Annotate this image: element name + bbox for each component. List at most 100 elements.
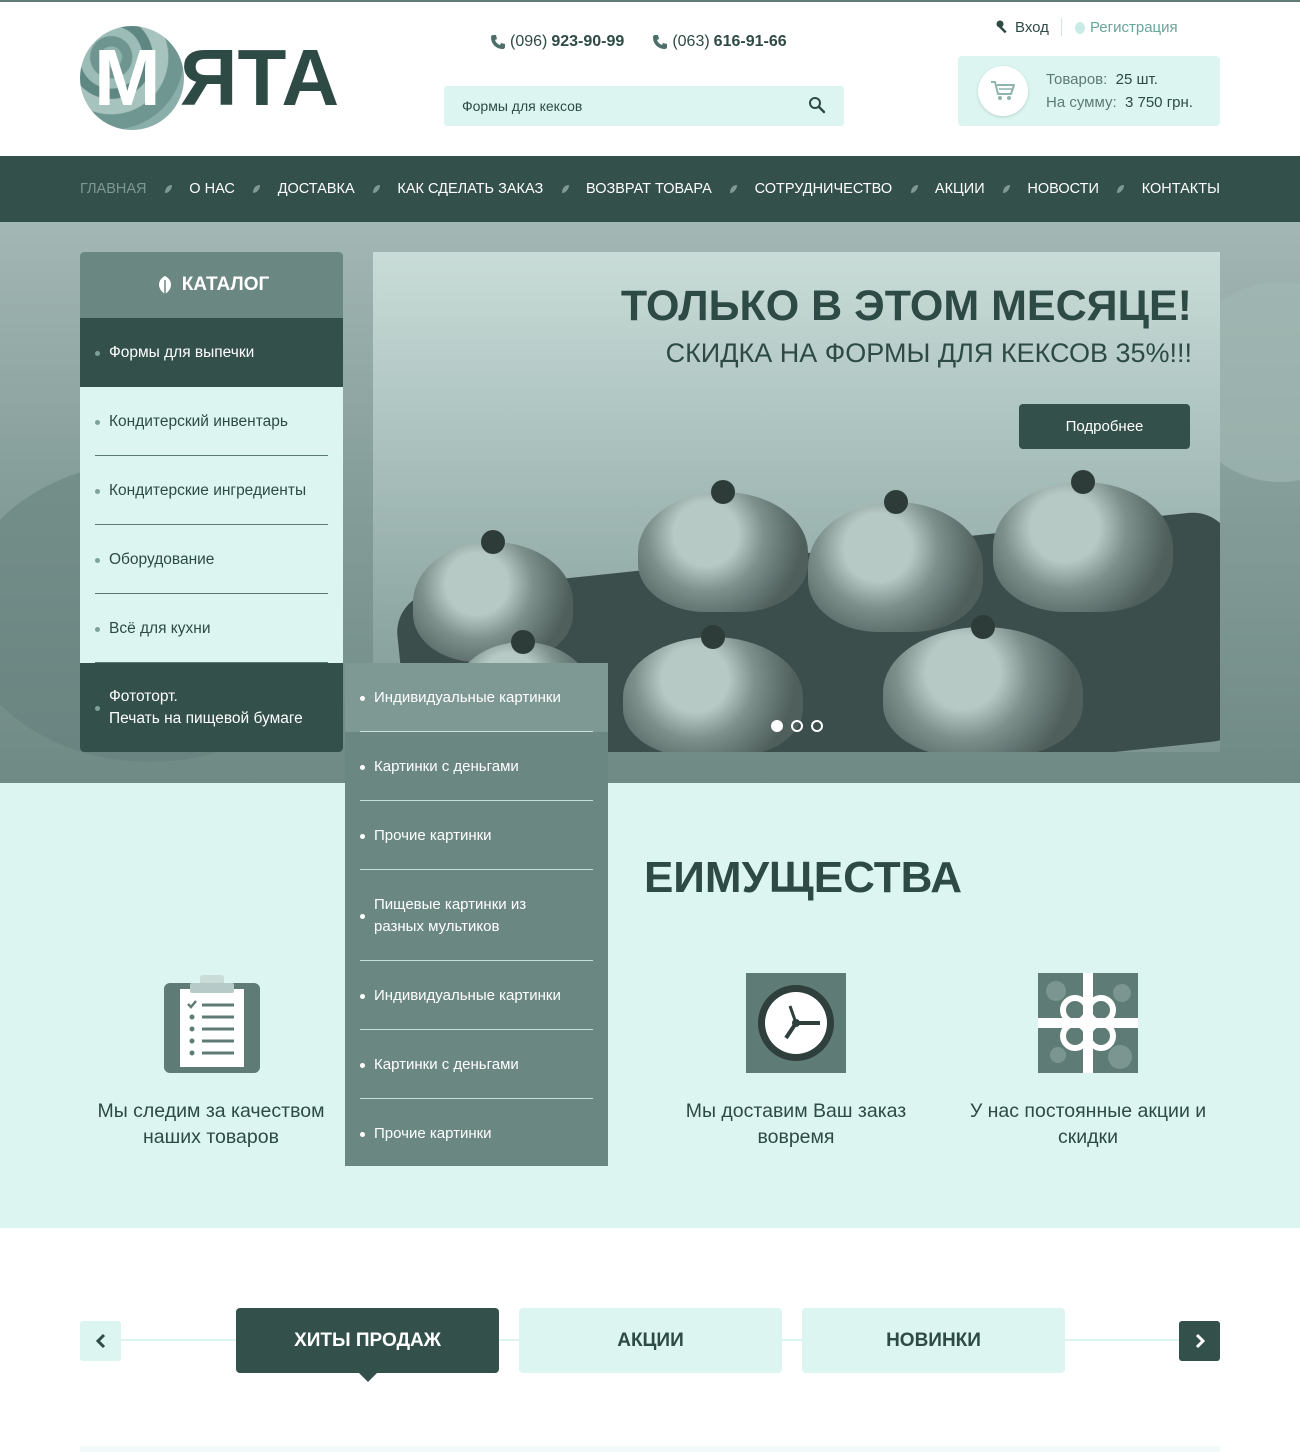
leaf-icon	[158, 276, 171, 294]
nav-items: ГЛАВНАЯ О НАС ДОСТАВКА КАК СДЕЛАТЬ ЗАКАЗ ВОЗ…	[80, 156, 1220, 222]
cart-sum-label: На сумму:	[1046, 94, 1117, 111]
logo-first-letter: М	[94, 33, 161, 122]
cart-sum-value: 3 750 грн.	[1124, 94, 1193, 111]
clipboard-icon	[164, 975, 260, 1073]
nav-item[interactable]: ДОСТАВКА	[278, 181, 355, 197]
nav-item[interactable]: СОТРУДНИЧЕСТВО	[755, 181, 893, 197]
cart-widget[interactable]: Товаров: 25 шт. На сумму: 3 750 грн.	[958, 56, 1220, 126]
muffin	[883, 615, 1083, 752]
catalog-item[interactable]: Кондитерские ингредиенты	[80, 456, 343, 525]
key-icon	[996, 20, 1007, 34]
advantage-text: Мы следим за качеством наших товаров	[97, 1100, 325, 1148]
submenu-item[interactable]: Картинки с деньгами	[345, 1030, 608, 1099]
catalog-title: КАТАЛОГ	[181, 274, 270, 295]
slider-dots	[771, 720, 823, 732]
submenu-item[interactable]: Прочие картинки	[345, 801, 608, 870]
phone-icon	[491, 35, 505, 49]
top-border	[0, 0, 1300, 2]
nav-item[interactable]: КОНТАКТЫ	[1142, 181, 1220, 197]
login-label: Вход	[1015, 18, 1049, 36]
prev-button[interactable]	[80, 1321, 121, 1361]
nav-item[interactable]: НОВОСТИ	[1027, 181, 1099, 197]
user-icon	[1074, 22, 1085, 34]
submenu-item[interactable]: Картинки с деньгами	[345, 732, 608, 801]
phone-number: 616-91-66	[713, 33, 787, 50]
catalog-item[interactable]: Формы для выпечки	[80, 318, 343, 387]
search-box	[444, 86, 844, 126]
submenu-item-label: Картинки с деньгами	[374, 1055, 519, 1073]
phone-icon	[653, 35, 668, 49]
catalog-header: КАТАЛОГ	[80, 252, 343, 318]
logo[interactable]: М ЯТА	[80, 26, 340, 132]
submenu-item-label: Прочие картинки	[374, 1124, 492, 1142]
chevron-left-icon	[95, 1333, 105, 1349]
catalog-submenu: Индивидуальные картинки Картинки с деньга…	[345, 663, 608, 1166]
clock-icon	[746, 973, 846, 1073]
advantages-section: ЕИМУЩЕСТВА Мы следим за качеством наших …	[0, 783, 1300, 1228]
submenu-item[interactable]: Прочие картинки	[345, 1099, 608, 1168]
muffin	[623, 625, 803, 752]
cart-icon	[991, 81, 1015, 100]
main-nav: ГЛАВНАЯ О НАС ДОСТАВКА КАК СДЕЛАТЬ ЗАКАЗ ВОЗ…	[0, 156, 1300, 222]
catalog-item[interactable]: Оборудование	[80, 525, 343, 594]
catalog-item-label: Всё для кухни	[109, 619, 211, 637]
slider-dot[interactable]	[811, 720, 823, 732]
phone-1[interactable]: (096) 923-90-99	[490, 33, 624, 51]
cart-summary: Товаров: 25 шт. На сумму: 3 750 грн.	[1046, 68, 1193, 114]
submenu-item-label: Индивидуальные картинки	[374, 688, 561, 706]
catalog-menu: КАТАЛОГ Формы для выпечки Кондитерский ин…	[80, 252, 343, 752]
gift-icon	[1038, 973, 1138, 1073]
logo-text: ЯТА	[180, 33, 340, 122]
catalog-item[interactable]: Фототорт. Печать на пищевой бумаге	[80, 663, 343, 752]
leaf-separator-icon	[561, 185, 569, 193]
submenu-item-label: Прочие картинки	[374, 826, 492, 844]
phone-code: (063)	[672, 33, 710, 50]
slider-dot[interactable]	[771, 720, 783, 732]
nav-item[interactable]: КАК СДЕЛАТЬ ЗАКАЗ	[397, 181, 543, 197]
phone-2[interactable]: (063) 616-91-66	[652, 33, 787, 51]
login-link[interactable]: Вход	[995, 19, 1049, 36]
submenu-item[interactable]: Индивидуальные картинки	[345, 961, 608, 1030]
muffin	[638, 480, 808, 612]
catalog-item[interactable]: Кондитерский инвентарь	[80, 387, 343, 456]
chevron-right-icon	[1195, 1333, 1205, 1349]
search-icon[interactable]	[808, 96, 826, 114]
details-button[interactable]: Подробнее	[1019, 404, 1190, 449]
phone-number: 923-90-99	[551, 33, 625, 50]
tab-bestsellers[interactable]: ХИТЫ ПРОДАЖ	[236, 1308, 499, 1382]
cart-items-label: Товаров:	[1046, 71, 1108, 88]
slider-subtitle: СКИДКА НА ФОРМЫ ДЛЯ КЕКСОВ 35%!!!	[665, 338, 1192, 368]
leaf-separator-icon	[910, 185, 918, 193]
nav-item[interactable]: О НАС	[189, 181, 235, 197]
register-link[interactable]: Регистрация	[1074, 19, 1178, 36]
catalog-item-label: Формы для выпечки	[109, 343, 255, 361]
muffin	[993, 470, 1173, 612]
submenu-item[interactable]: Индивидуальные картинки	[345, 663, 608, 732]
tab-new[interactable]: НОВИНКИ	[802, 1308, 1065, 1373]
catalog-item[interactable]: Всё для кухни	[80, 594, 343, 663]
catalog-item-label: Оборудование	[109, 550, 215, 568]
cart-icon-wrap	[978, 66, 1028, 116]
submenu-item[interactable]: Пищевые картинки из разных мультиков	[345, 870, 608, 961]
leaf-separator-icon	[164, 185, 172, 193]
nav-item[interactable]: ГЛАВНАЯ	[80, 181, 147, 197]
nav-item[interactable]: ВОЗВРАТ ТОВАРА	[586, 181, 712, 197]
leaf-separator-icon	[373, 185, 381, 193]
tab-promotions[interactable]: АКЦИИ	[519, 1308, 782, 1373]
advantage-text: У нас постоянные акции и скидки	[969, 1100, 1207, 1148]
phone-code: (096)	[510, 33, 548, 50]
leaf-separator-icon	[253, 185, 261, 193]
search-input[interactable]	[462, 98, 782, 114]
leaf-separator-icon	[730, 185, 738, 193]
nav-item[interactable]: АКЦИИ	[935, 181, 985, 197]
catalog-item-label: Фототорт. Печать на пищевой бумаге	[109, 688, 303, 727]
submenu-item-label: Индивидуальные картинки	[374, 986, 561, 1004]
catalog-item-label: Кондитерские ингредиенты	[109, 481, 307, 499]
slider-dot[interactable]	[791, 720, 803, 732]
catalog-item-label: Кондитерский инвентарь	[109, 412, 288, 430]
next-button[interactable]	[1179, 1321, 1220, 1361]
content-strip	[80, 1446, 1220, 1452]
advantage-text: Мы доставим Ваш заказ вовремя	[685, 1100, 907, 1148]
advantages-title: ЕИМУЩЕСТВА	[643, 853, 963, 902]
muffin	[808, 490, 983, 632]
